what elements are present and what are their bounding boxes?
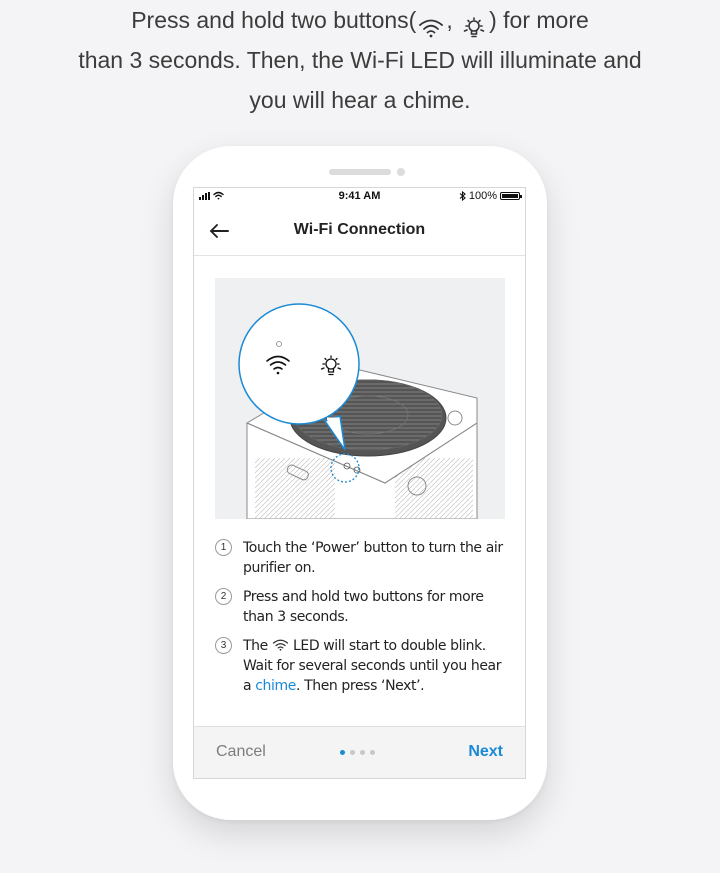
instruction-text: Press and hold two buttons(, ) for more … <box>0 0 720 120</box>
wifi-icon <box>272 637 289 651</box>
bluetooth-icon <box>459 191 466 201</box>
step-text: Touch the ‘Power’ button to turn the air… <box>243 540 503 576</box>
steps-list: 1 Touch the ‘Power’ button to turn the a… <box>215 538 505 705</box>
phone-screen: 9:41 AM 100% Wi-Fi Connection 1 Touch th… <box>193 187 526 779</box>
page-dot <box>360 750 365 755</box>
step-number: 3 <box>215 637 232 654</box>
nav-bar: Wi-Fi Connection <box>194 206 525 256</box>
instruction-line-3: you will hear a chime. <box>249 87 471 113</box>
status-battery: 100% <box>459 190 522 202</box>
lamp-icon <box>461 11 487 38</box>
list-item: 1 Touch the ‘Power’ button to turn the a… <box>215 538 505 578</box>
step-number: 1 <box>215 539 232 556</box>
instruction-line-1: Press and hold two buttons(, ) for more <box>0 0 720 40</box>
status-bar: 9:41 AM 100% <box>194 188 525 206</box>
list-item: 3 The LED will start to double blink. Wa… <box>215 636 505 696</box>
wifi-icon <box>418 11 444 38</box>
page-dot <box>350 750 355 755</box>
page-indicator <box>340 750 375 755</box>
page-dot-active <box>340 750 345 755</box>
step-text: The LED will start to double blink. Wait… <box>243 637 502 694</box>
list-item: 2 Press and hold two buttons for more th… <box>215 587 505 627</box>
chime-link[interactable]: chime <box>255 678 296 694</box>
page-dot <box>370 750 375 755</box>
nav-title: Wi-Fi Connection <box>293 221 426 238</box>
purifier-illustration <box>215 278 505 519</box>
battery-percent: 100% <box>468 190 497 202</box>
cancel-button[interactable]: Cancel <box>216 743 266 761</box>
battery-icon <box>500 192 522 200</box>
phone-camera <box>397 168 405 176</box>
next-button[interactable]: Next <box>468 743 503 761</box>
phone-frame: 9:41 AM 100% Wi-Fi Connection 1 Touch th… <box>173 146 547 820</box>
footer-bar: Cancel Next <box>194 726 525 778</box>
step-number: 2 <box>215 588 232 605</box>
instruction-line-2: than 3 seconds. Then, the Wi-Fi LED will… <box>78 47 642 73</box>
phone-speaker <box>329 169 391 175</box>
step-text: Press and hold two buttons for more than… <box>243 589 484 625</box>
